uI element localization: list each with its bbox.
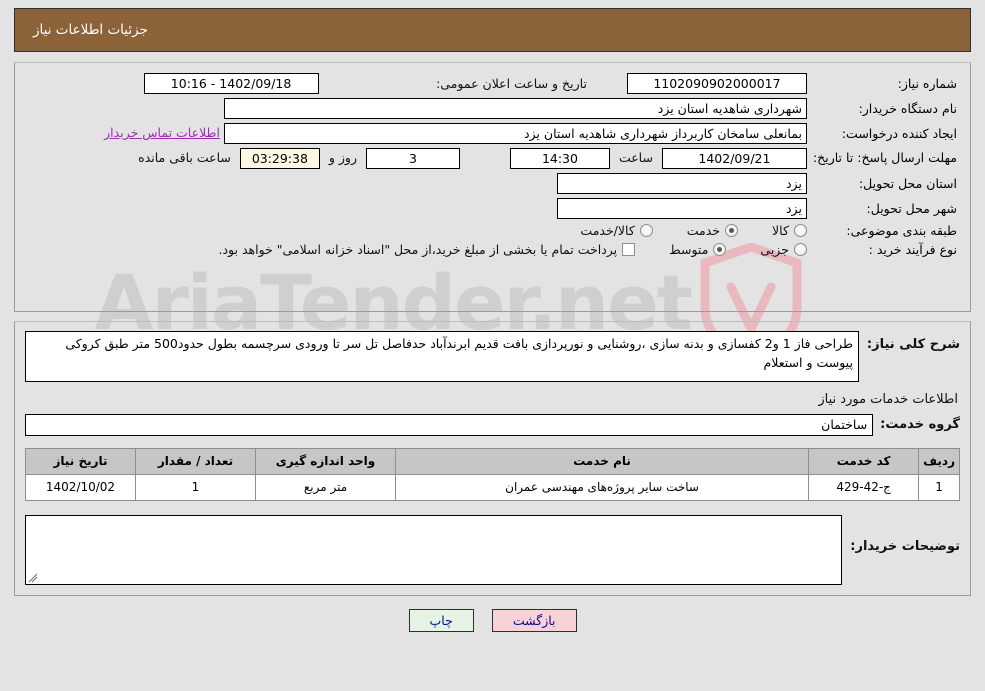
label-buyer-comments: توضیحات خریدار: xyxy=(850,538,960,554)
back-button[interactable]: بازگشت xyxy=(491,608,577,632)
field-buyer-comments[interactable] xyxy=(25,514,843,585)
label-hour: ساعت xyxy=(618,150,653,165)
radio-icon-kala-khedmat xyxy=(639,224,653,237)
radio-label-jozii: جزیی xyxy=(760,242,789,257)
resize-handle-icon[interactable] xyxy=(28,573,38,583)
field-public-announce-datetime: 1402/09/18 - 10:16 xyxy=(143,73,319,94)
label-buyer-org: نام دستگاه خریدار: xyxy=(858,101,957,116)
checkbox-icon-treasury xyxy=(622,243,636,256)
radio-label-khedmat: خدمت xyxy=(686,223,721,238)
field-countdown-timer: 03:29:38 xyxy=(239,148,320,169)
label-creator: ایجاد کننده درخواست: xyxy=(841,126,957,141)
cell-code: ج-42-429 xyxy=(808,473,920,501)
row-creator: ایجاد کننده درخواست: بمانعلی سامخان کارب… xyxy=(25,121,960,146)
row-process-type: نوع فرآیند خرید : جزیی متوسط پرداخت تمام… xyxy=(25,240,960,259)
label-days: روز و xyxy=(328,150,357,165)
th-need-date: تاریخ نیاز xyxy=(25,447,136,475)
row-deadline: مهلت ارسال پاسخ: تا تاریخ: 1402/09/21 سا… xyxy=(25,146,960,171)
th-code: کد خدمت xyxy=(808,447,920,475)
field-deadline-time: 14:30 xyxy=(509,148,610,169)
row-buyer-org: نام دستگاه خریدار: شهرداری شاهدیه استان … xyxy=(25,96,960,121)
radio-icon-motevaset xyxy=(713,243,727,256)
radio-icon-jozii xyxy=(793,243,807,256)
radio-label-kala: کالا xyxy=(772,223,789,238)
treasury-note-text: پرداخت تمام یا بخشی از مبلغ خرید،از محل … xyxy=(218,242,618,257)
field-service-group: ساختمان xyxy=(25,413,874,436)
cell-row-no: 1 xyxy=(918,473,960,501)
table-row: 1 ج-42-429 ساخت سایر پروژه‌های مهندسی عم… xyxy=(25,473,960,501)
field-city: یزد xyxy=(556,198,807,219)
cell-need-date: 1402/10/02 xyxy=(25,473,136,501)
need-info-section: شماره نیاز: 1102090902000017 تاریخ و ساع… xyxy=(14,62,971,312)
label-service-group: گروه خدمت: xyxy=(880,417,960,432)
field-general-description: طراحی فاز 1 و2 کفسازی و بدنه سازی ،روشنا… xyxy=(25,331,859,382)
cell-quantity: 1 xyxy=(135,473,256,501)
radio-label-motevaset: متوسط xyxy=(669,242,709,257)
field-creator: بمانعلی سامخان کاربرداز شهرداری شاهدیه ا… xyxy=(223,123,807,144)
label-province: استان محل تحویل: xyxy=(858,176,957,191)
cell-name: ساخت سایر پروژه‌های مهندسی عمران xyxy=(394,473,810,501)
row-city: شهر محل تحویل: یزد xyxy=(25,196,960,221)
field-remaining-days: 3 xyxy=(365,148,460,169)
radio-category-khedmat[interactable]: خدمت xyxy=(686,223,739,238)
process-radio-group: جزیی متوسط پرداخت تمام یا بخشی از مبلغ خ… xyxy=(28,242,807,257)
footer-button-bar: بازگشت چاپ xyxy=(14,608,971,632)
buyer-comments-row: توضیحات خریدار: xyxy=(25,514,960,585)
radio-label-kala-khedmat: کالا/خدمت xyxy=(580,223,635,238)
radio-category-kala[interactable]: کالا xyxy=(772,223,807,238)
general-description-row: شرح کلی نیاز: طراحی فاز 1 و2 کفسازی و بد… xyxy=(25,331,960,382)
radio-icon-khedmat xyxy=(725,224,739,237)
label-general-description: شرح کلی نیاز: xyxy=(866,337,960,352)
th-unit: واحد اندازه گیری xyxy=(255,447,396,475)
category-radio-group: کالا خدمت کالا/خدمت xyxy=(28,223,807,238)
radio-process-jozii[interactable]: جزیی xyxy=(760,242,807,257)
field-province: یزد xyxy=(556,173,807,194)
field-buyer-org: شهرداری شاهدیه استان یزد xyxy=(223,98,807,119)
field-request-number: 1102090902000017 xyxy=(626,73,807,94)
label-request-number: شماره نیاز: xyxy=(897,76,957,91)
th-name: نام خدمت xyxy=(394,447,810,475)
row-category: طبقه بندی موضوعی: کالا خدمت کالا/خدمت xyxy=(25,221,960,240)
label-process-type: نوع فرآیند خرید : xyxy=(868,242,957,257)
table-header-row: ردیف کد خدمت نام خدمت واحد اندازه گیری ت… xyxy=(25,447,960,475)
services-heading: اطلاعات خدمات مورد نیاز xyxy=(818,391,958,407)
row-request-number: شماره نیاز: 1102090902000017 تاریخ و ساع… xyxy=(25,71,960,96)
th-row-no: ردیف xyxy=(918,447,960,475)
radio-icon-kala xyxy=(793,224,807,237)
print-button[interactable]: چاپ xyxy=(408,608,474,632)
th-quantity: تعداد / مقدار xyxy=(135,447,256,475)
row-province: استان محل تحویل: یزد xyxy=(25,171,960,196)
page-title-bar: جزئیات اطلاعات نیاز xyxy=(14,8,971,52)
cell-unit: متر مربع xyxy=(255,473,396,501)
label-countdown: ساعت باقی مانده xyxy=(138,150,231,165)
page-root: جزئیات اطلاعات نیاز شماره نیاز: 11020909… xyxy=(0,0,985,691)
label-deadline: مهلت ارسال پاسخ: تا تاریخ: xyxy=(812,150,957,166)
label-category: طبقه بندی موضوعی: xyxy=(846,223,957,238)
service-group-row: گروه خدمت: ساختمان xyxy=(25,413,960,436)
label-city: شهر محل تحویل: xyxy=(866,201,957,216)
field-deadline-date: 1402/09/21 xyxy=(661,148,807,169)
radio-process-motevaset[interactable]: متوسط xyxy=(669,242,727,257)
page-title: جزئیات اطلاعات نیاز xyxy=(33,22,148,38)
buyer-contact-link[interactable]: اطلاعات تماس خریدار xyxy=(104,125,220,140)
services-section: شرح کلی نیاز: طراحی فاز 1 و2 کفسازی و بد… xyxy=(14,321,971,596)
radio-category-kala-khedmat[interactable]: کالا/خدمت xyxy=(580,223,653,238)
checkbox-treasury-docs[interactable]: پرداخت تمام یا بخشی از مبلغ خرید،از محل … xyxy=(219,242,636,257)
need-info-table: شماره نیاز: 1102090902000017 تاریخ و ساع… xyxy=(25,71,960,259)
label-public-announce: تاریخ و ساعت اعلان عمومی: xyxy=(436,76,587,91)
services-table: ردیف کد خدمت نام خدمت واحد اندازه گیری ت… xyxy=(25,447,960,501)
